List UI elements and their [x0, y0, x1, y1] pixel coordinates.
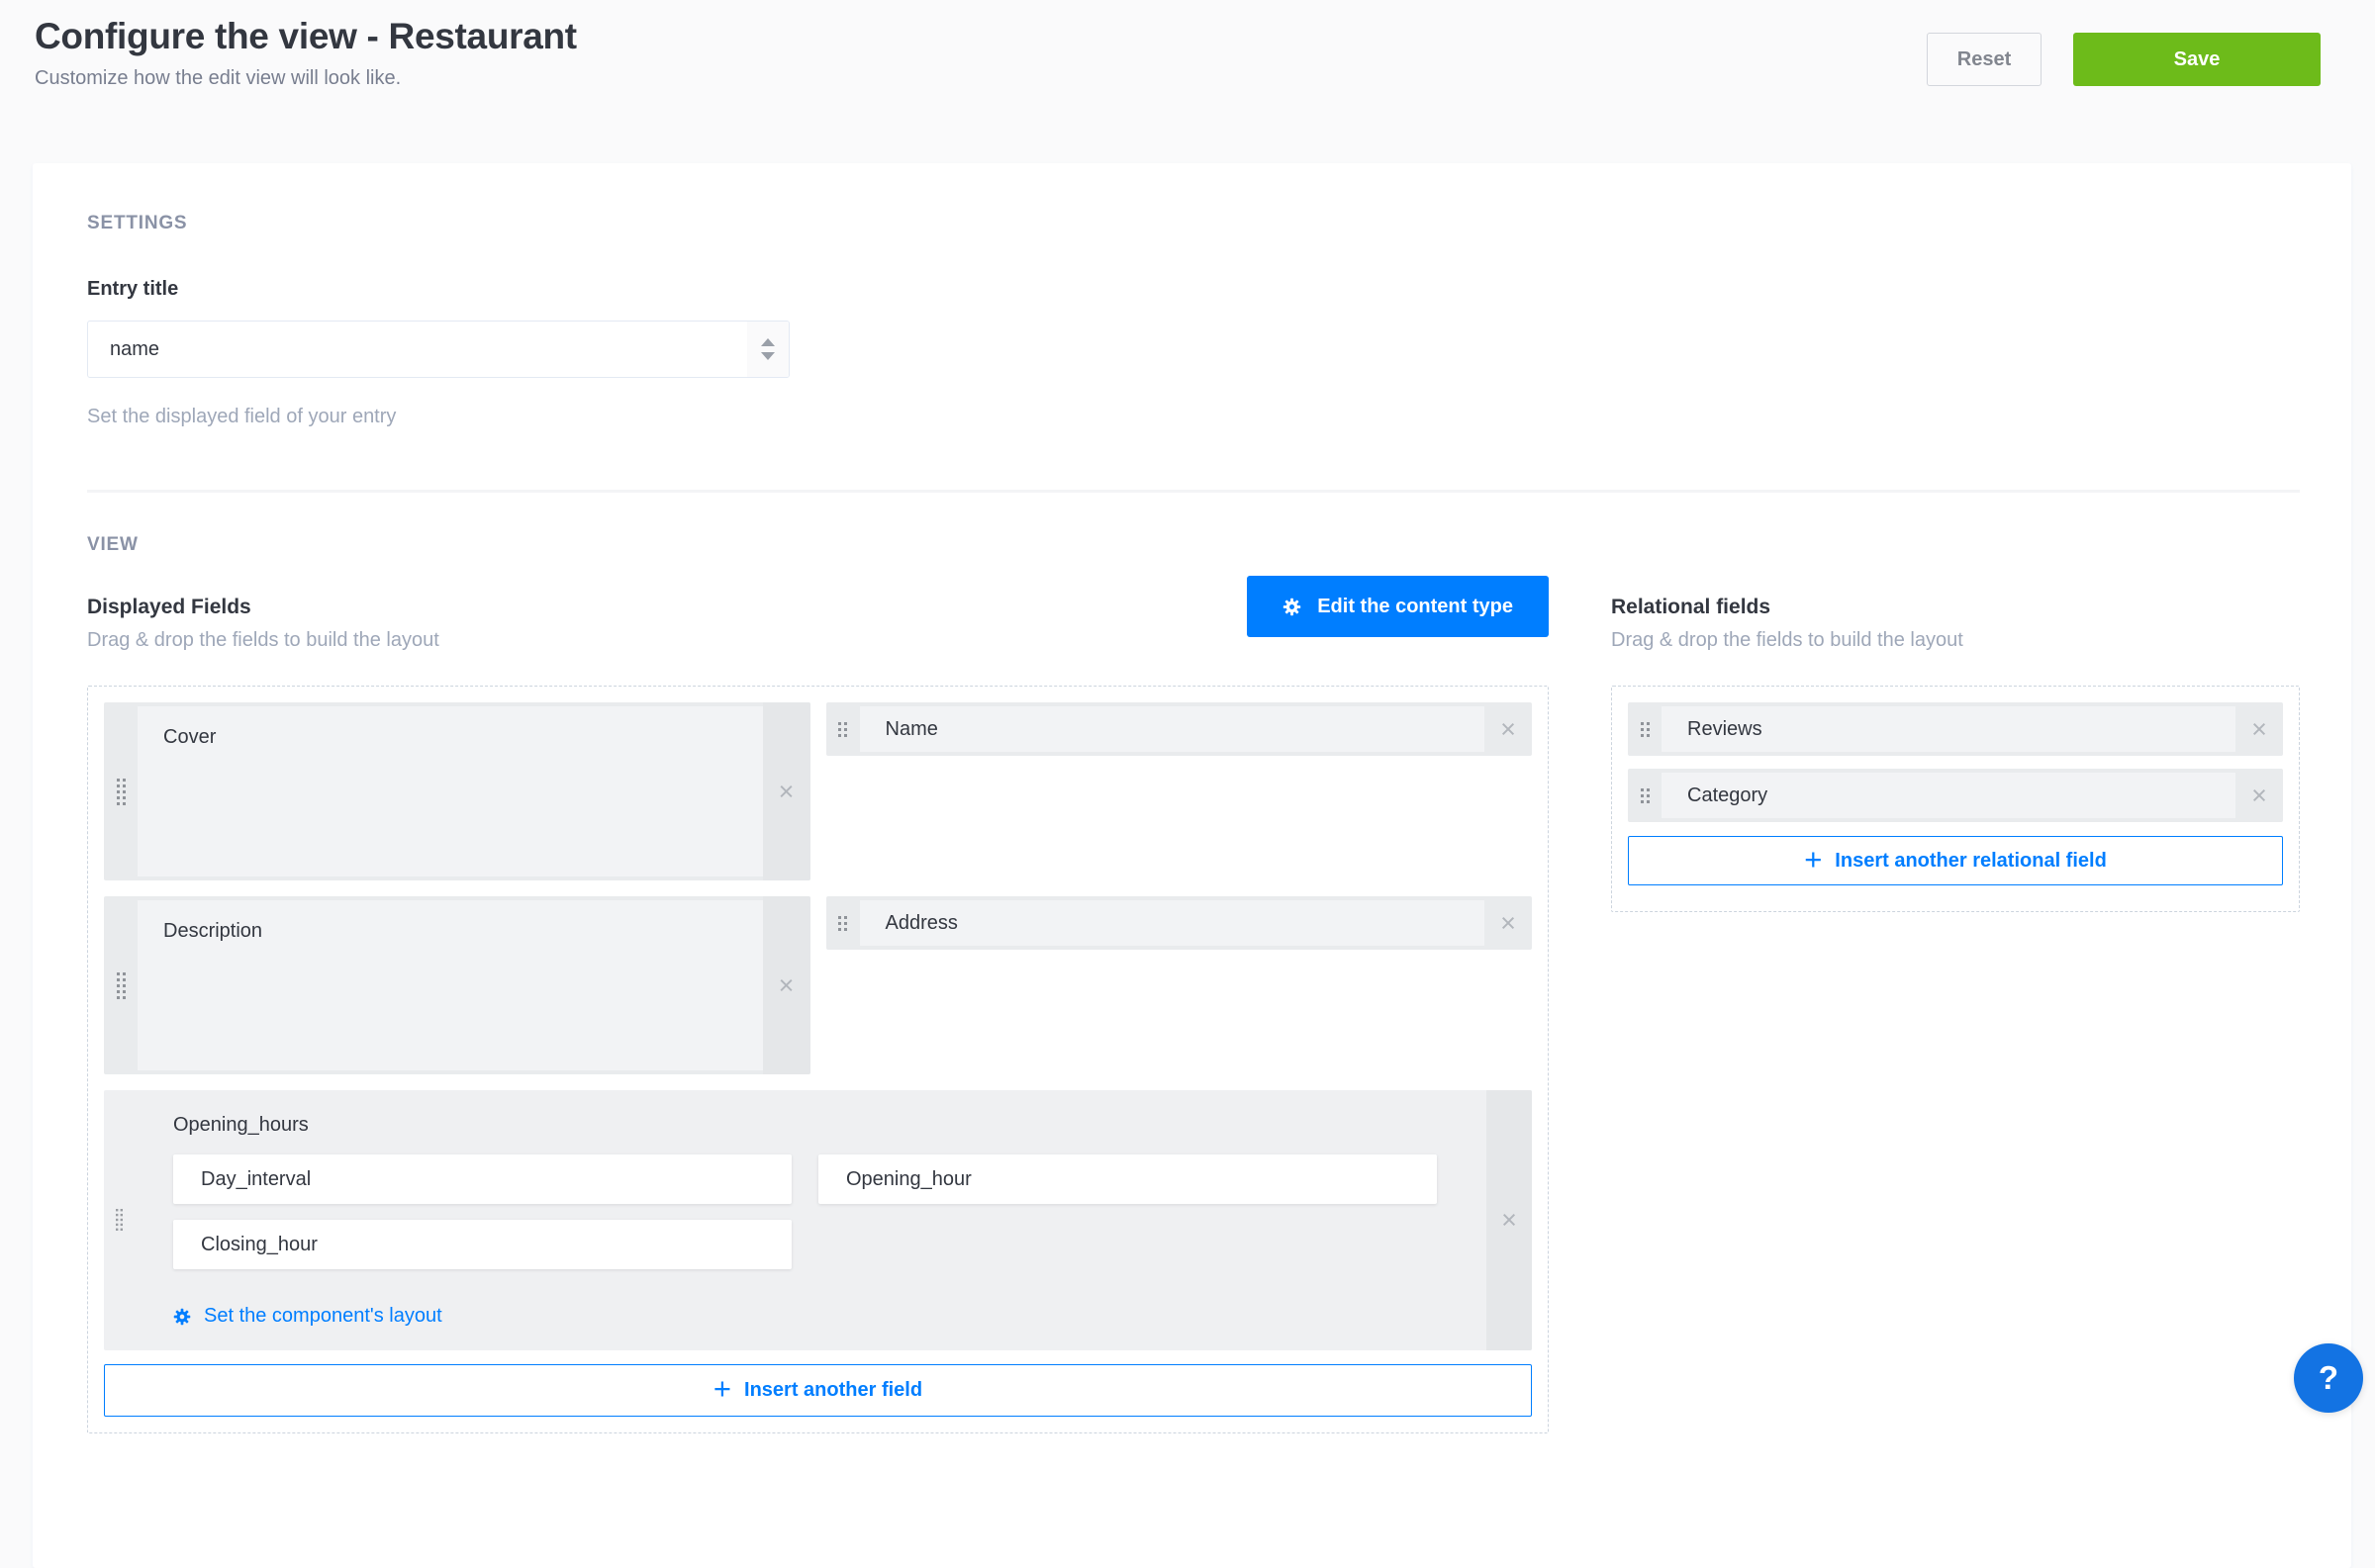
drag-handle-icon[interactable]: [826, 896, 860, 950]
drag-handle-icon[interactable]: [1628, 769, 1662, 822]
set-component-layout-link[interactable]: Set the component's layout: [173, 1305, 442, 1328]
insert-another-relational-field-button[interactable]: + Insert another relational field: [1628, 836, 2283, 885]
entry-title-select[interactable]: name: [87, 321, 790, 378]
drag-handle-icon[interactable]: [1628, 702, 1662, 756]
plus-icon: +: [1804, 844, 1822, 875]
field-row: Cover × Name ×: [104, 702, 1532, 880]
save-button[interactable]: Save: [2073, 33, 2321, 86]
component-subfield-opening-hour[interactable]: Opening_hour: [818, 1154, 1437, 1204]
reset-button[interactable]: Reset: [1927, 33, 2042, 86]
remove-field-icon[interactable]: ×: [763, 896, 810, 1074]
insert-another-relational-field-label: Insert another relational field: [1835, 850, 2107, 873]
plus-icon: +: [713, 1373, 731, 1404]
entry-title-selected-value: name: [88, 322, 747, 377]
section-divider: [87, 490, 2300, 493]
field-card-name[interactable]: Name ×: [826, 702, 1533, 756]
relational-fields-helper: Drag & drop the fields to build the layo…: [1611, 629, 2300, 652]
field-label: Address: [860, 900, 1485, 946]
chevron-down-icon: [761, 352, 775, 360]
drag-handle-icon[interactable]: [826, 702, 860, 756]
configuration-panel: SETTINGS Entry title name Set the displa…: [33, 163, 2351, 1568]
gear-icon: [173, 1308, 191, 1326]
drag-handle-icon[interactable]: [104, 702, 138, 880]
field-card-address[interactable]: Address ×: [826, 896, 1533, 950]
edit-content-type-button[interactable]: Edit the content type: [1247, 576, 1549, 637]
help-button[interactable]: ?: [2294, 1343, 2363, 1413]
remove-field-icon[interactable]: ×: [2235, 769, 2283, 822]
component-body: Opening_hours Day_interval Opening_hour …: [134, 1090, 1486, 1350]
edit-content-type-label: Edit the content type: [1317, 596, 1513, 618]
field-label: Category: [1662, 773, 2235, 818]
field-card-category[interactable]: Category ×: [1628, 769, 2283, 822]
field-card-reviews[interactable]: Reviews ×: [1628, 702, 2283, 756]
view-section-label: VIEW: [87, 534, 2300, 556]
select-spinner[interactable]: [747, 322, 789, 377]
field-label: Cover: [138, 706, 763, 876]
insert-another-field-button[interactable]: + Insert another field: [104, 1364, 1532, 1417]
displayed-fields-column: Displayed Fields Drag & drop the fields …: [87, 596, 1549, 1433]
drag-handle-icon[interactable]: [104, 1090, 134, 1350]
component-card-opening-hours[interactable]: Opening_hours Day_interval Opening_hour …: [104, 1090, 1532, 1350]
component-subfield-day-interval[interactable]: Day_interval: [173, 1154, 792, 1204]
chevron-up-icon: [761, 338, 775, 346]
field-card-cover[interactable]: Cover ×: [104, 702, 810, 880]
field-row: Opening_hours Day_interval Opening_hour …: [104, 1090, 1532, 1350]
field-label: Description: [138, 900, 763, 1070]
entry-title-helper: Set the displayed field of your entry: [87, 406, 2300, 428]
question-mark-icon: ?: [2319, 1359, 2338, 1397]
component-subfields: Day_interval Opening_hour Closing_hour: [173, 1154, 1472, 1269]
displayed-fields-dropzone: Cover × Name ×: [87, 686, 1549, 1433]
settings-section-label: SETTINGS: [87, 213, 2300, 234]
field-label: Reviews: [1662, 706, 2235, 752]
field-card-description[interactable]: Description ×: [104, 896, 810, 1074]
field-row: Description × Address ×: [104, 896, 1532, 1074]
relational-fields-heading: Relational fields: [1611, 596, 2300, 619]
field-label: Name: [860, 706, 1485, 752]
drag-handle-icon[interactable]: [104, 896, 138, 1074]
set-component-layout-label: Set the component's layout: [204, 1305, 442, 1328]
remove-component-icon[interactable]: ×: [1486, 1090, 1532, 1350]
header-actions: Reset Save: [1927, 33, 2321, 86]
remove-field-icon[interactable]: ×: [2235, 702, 2283, 756]
entry-title-label: Entry title: [87, 278, 2300, 301]
gear-icon: [1282, 598, 1301, 616]
insert-another-field-label: Insert another field: [744, 1379, 922, 1402]
remove-field-icon[interactable]: ×: [1484, 896, 1532, 950]
remove-field-icon[interactable]: ×: [1484, 702, 1532, 756]
view-columns: Displayed Fields Drag & drop the fields …: [87, 596, 2300, 1433]
relational-fields-column: Relational fields Drag & drop the fields…: [1611, 596, 2300, 1433]
component-title: Opening_hours: [173, 1114, 1472, 1137]
relational-fields-dropzone: Reviews × Category × + Insert another re…: [1611, 686, 2300, 912]
remove-field-icon[interactable]: ×: [763, 702, 810, 880]
component-subfield-closing-hour[interactable]: Closing_hour: [173, 1220, 792, 1269]
